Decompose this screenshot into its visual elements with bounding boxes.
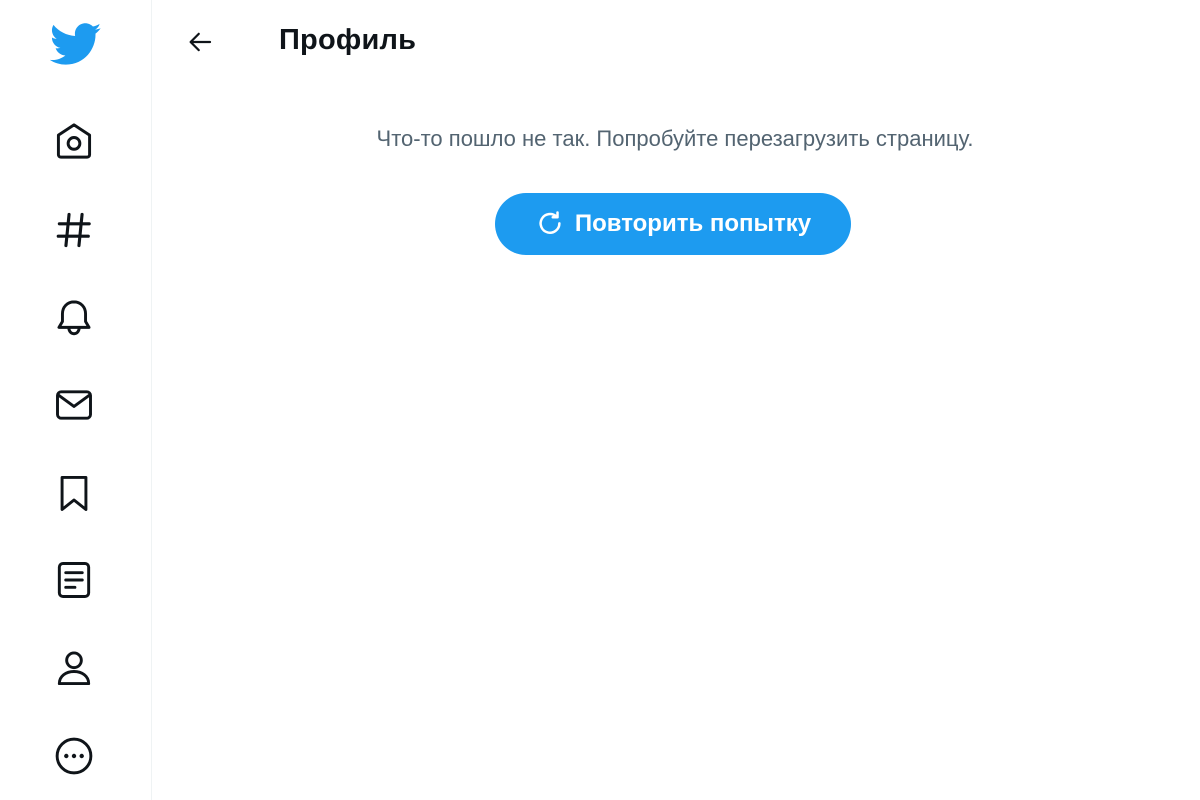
- lists-icon: [57, 562, 91, 598]
- explore-hashtag-icon: [56, 212, 91, 248]
- sidebar-item-explore[interactable]: [44, 200, 104, 260]
- bookmark-icon: [60, 475, 88, 511]
- sidebar-item-home[interactable]: [44, 111, 104, 171]
- sidebar-item-bookmarks[interactable]: [44, 463, 104, 523]
- notifications-bell-icon: [57, 300, 91, 336]
- retry-button[interactable]: Повторить попытку: [495, 193, 851, 255]
- error-message: Что-то пошло не так. Попробуйте перезагр…: [376, 126, 974, 151]
- page-title: Профиль: [279, 24, 417, 56]
- sidebar-item-lists[interactable]: [44, 550, 104, 610]
- sidebar-item-profile[interactable]: [44, 638, 104, 698]
- back-button[interactable]: [178, 20, 222, 64]
- profile-icon: [57, 651, 91, 686]
- twitter-logo-icon[interactable]: [46, 14, 106, 74]
- sidebar-item-messages[interactable]: [44, 375, 104, 435]
- more-icon: [55, 737, 93, 775]
- sidebar: [0, 0, 152, 800]
- retry-button-label: Повторить попытку: [574, 210, 812, 237]
- main-column: Профиль Что-то пошло не так. Попробуйте …: [152, 0, 1200, 800]
- page-header: Профиль: [152, 0, 1200, 90]
- refresh-icon: [539, 211, 561, 234]
- messages-envelope-icon: [56, 390, 92, 420]
- home-icon: [56, 123, 92, 159]
- app-window: Профиль Что-то пошло не так. Попробуйте …: [0, 0, 1200, 800]
- sidebar-item-notifications[interactable]: [44, 288, 104, 348]
- back-arrow-icon: [189, 32, 212, 52]
- sidebar-item-more[interactable]: [44, 726, 104, 786]
